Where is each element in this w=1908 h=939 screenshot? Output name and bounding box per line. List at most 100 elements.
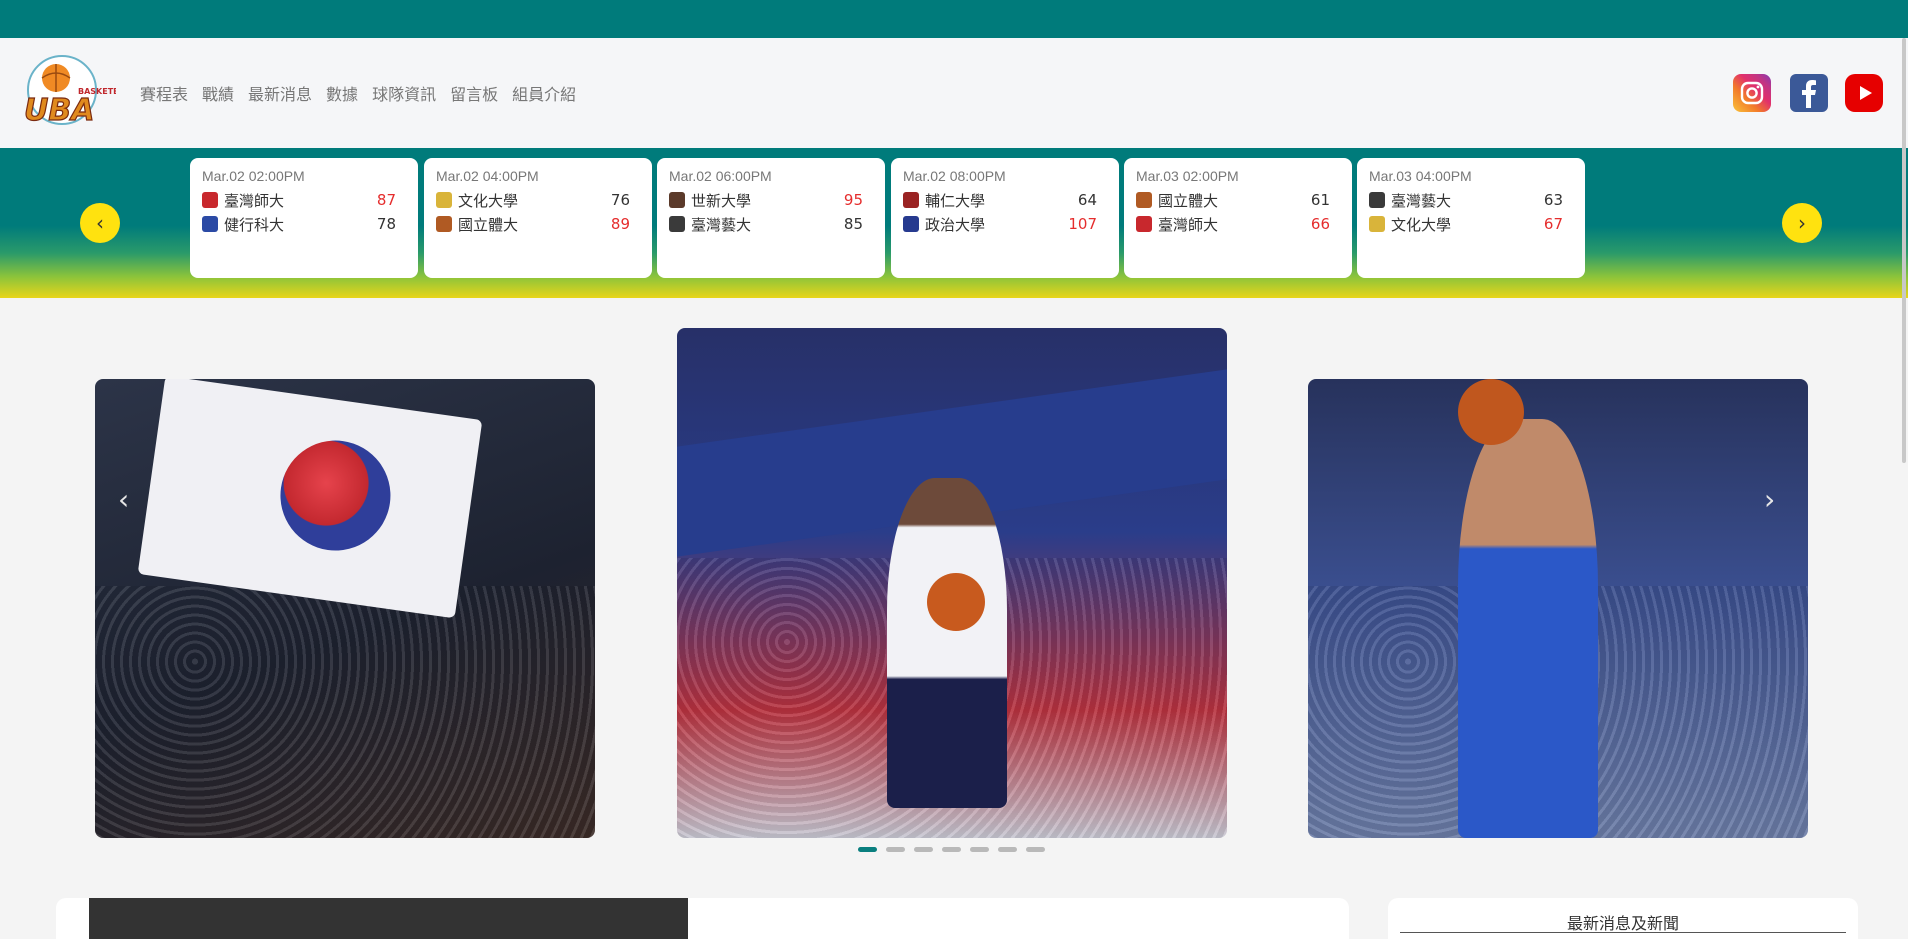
carousel-slide-fans-flag <box>95 379 595 838</box>
team-name: 臺灣師大 <box>1158 215 1219 234</box>
team-name: 健行科大 <box>224 215 285 234</box>
team-name: 文化大學 <box>458 191 519 210</box>
team-score: 76 <box>610 191 630 209</box>
team-logo-icon <box>903 216 919 232</box>
team-logo-icon <box>202 192 218 208</box>
team-logo-icon <box>1369 192 1385 208</box>
youtube-icon[interactable] <box>1845 74 1883 112</box>
team-row: 國立體大 89 <box>436 212 640 236</box>
game-card[interactable]: Mar.02 08:00PM 輔仁大學 64 政治大學 107 <box>891 158 1119 278</box>
game-time: Mar.03 02:00PM <box>1136 168 1239 184</box>
team-row: 臺灣師大 66 <box>1136 212 1340 236</box>
carousel-indicator[interactable] <box>970 847 989 852</box>
content-panel <box>56 898 1349 939</box>
game-time: Mar.02 08:00PM <box>903 168 1006 184</box>
team-logo-icon <box>202 216 218 232</box>
team-row: 文化大學 67 <box>1369 212 1573 236</box>
nav-teams[interactable]: 球隊資訊 <box>372 81 436 105</box>
team-name: 世新大學 <box>691 191 752 210</box>
team-row: 文化大學 76 <box>436 188 640 212</box>
news-title: 最新消息及新聞 <box>1566 914 1679 933</box>
game-card[interactable]: Mar.03 02:00PM 國立體大 61 臺灣師大 66 <box>1124 158 1352 278</box>
team-name: 臺灣藝大 <box>691 215 752 234</box>
game-time: Mar.03 04:00PM <box>1369 168 1472 184</box>
team-score: 85 <box>843 215 863 233</box>
uba-logo[interactable]: BASKETBALL UBA <box>20 54 136 134</box>
team-row: 健行科大 78 <box>202 212 406 236</box>
nav-stats[interactable]: 數據 <box>326 81 358 105</box>
team-score: 67 <box>1543 215 1563 233</box>
game-time: Mar.02 06:00PM <box>669 168 772 184</box>
player-image <box>1458 419 1598 838</box>
team-logo-icon <box>1136 192 1152 208</box>
player-image <box>887 478 1007 808</box>
team-logo-icon <box>903 192 919 208</box>
nav-guestbook[interactable]: 留言板 <box>450 81 498 105</box>
top-strip <box>0 0 1908 38</box>
team-score: 107 <box>1068 215 1097 233</box>
team-name: 臺灣師大 <box>224 191 285 210</box>
team-row: 國立體大 61 <box>1136 188 1340 212</box>
team-name: 文化大學 <box>1391 215 1452 234</box>
crowd-image <box>95 585 595 838</box>
carousel-indicator[interactable] <box>942 847 961 852</box>
team-name: 國立體大 <box>458 215 519 234</box>
game-time: Mar.02 02:00PM <box>202 168 305 184</box>
basketball-image <box>1458 379 1524 445</box>
carousel-indicator[interactable] <box>858 847 877 852</box>
team-row: 世新大學 95 <box>669 188 873 212</box>
carousel-next-button[interactable]: › <box>1764 483 1775 516</box>
team-row: 政治大學 107 <box>903 212 1107 236</box>
carousel-slide-player-shot <box>1308 379 1808 838</box>
team-row: 輔仁大學 64 <box>903 188 1107 212</box>
team-row: 臺灣師大 87 <box>202 188 406 212</box>
game-card[interactable]: Mar.02 02:00PM 臺灣師大 87 健行科大 78 <box>190 158 418 278</box>
team-row: 臺灣藝大 85 <box>669 212 873 236</box>
basketball-image <box>927 573 985 631</box>
logo-text: UBA <box>24 93 94 128</box>
scoreboard-prev-button[interactable]: ‹ <box>80 203 120 243</box>
carousel-prev-button[interactable]: ‹ <box>118 483 129 516</box>
team-logo-icon <box>669 216 685 232</box>
game-time: Mar.02 04:00PM <box>436 168 539 184</box>
nav-news[interactable]: 最新消息 <box>248 81 312 105</box>
nav-schedule[interactable]: 賽程表 <box>140 81 188 105</box>
main-nav: 賽程表 戰績 最新消息 數據 球隊資訊 留言板 組員介紹 <box>140 38 576 148</box>
photo-carousel: ‹ › <box>0 298 1908 878</box>
team-name: 國立體大 <box>1158 191 1219 210</box>
team-score: 87 <box>376 191 396 209</box>
facebook-icon[interactable] <box>1790 74 1828 112</box>
carousel-indicator[interactable] <box>1026 847 1045 852</box>
team-score: 89 <box>610 215 630 233</box>
team-logo-icon <box>436 216 452 232</box>
team-score: 66 <box>1310 215 1330 233</box>
team-name: 臺灣藝大 <box>1391 191 1452 210</box>
carousel-indicators <box>858 847 1045 852</box>
instagram-icon[interactable] <box>1733 74 1771 112</box>
team-score: 78 <box>376 215 396 233</box>
page-scrollbar[interactable] <box>1902 38 1906 463</box>
team-name: 輔仁大學 <box>925 191 986 210</box>
nav-members[interactable]: 組員介紹 <box>512 81 576 105</box>
team-logo-icon <box>1136 216 1152 232</box>
team-score: 64 <box>1077 191 1097 209</box>
team-score: 61 <box>1310 191 1330 209</box>
scoreboard-next-button[interactable]: › <box>1782 203 1822 243</box>
site-header: BASKETBALL UBA 賽程表 戰績 最新消息 數據 球隊資訊 留言板 組… <box>0 38 1908 148</box>
carousel-indicator[interactable] <box>998 847 1017 852</box>
carousel-slide-player-dribble <box>677 328 1227 838</box>
team-logo-icon <box>669 192 685 208</box>
nav-standings[interactable]: 戰績 <box>202 81 234 105</box>
team-row: 臺灣藝大 63 <box>1369 188 1573 212</box>
team-name: 政治大學 <box>925 215 986 234</box>
team-logo-icon <box>436 192 452 208</box>
scoreboard-band: ‹ › Mar.02 02:00PM 臺灣師大 87 健行科大 78 Mar.02 … <box>0 148 1908 298</box>
game-card[interactable]: Mar.03 04:00PM 臺灣藝大 63 文化大學 67 <box>1357 158 1585 278</box>
game-card[interactable]: Mar.02 04:00PM 文化大學 76 國立體大 89 <box>424 158 652 278</box>
game-card[interactable]: Mar.02 06:00PM 世新大學 95 臺灣藝大 85 <box>657 158 885 278</box>
video-panel <box>89 898 688 939</box>
carousel-indicator[interactable] <box>914 847 933 852</box>
news-panel: 最新消息及新聞 <box>1388 898 1858 939</box>
carousel-indicator[interactable] <box>886 847 905 852</box>
team-logo-icon <box>1369 216 1385 232</box>
